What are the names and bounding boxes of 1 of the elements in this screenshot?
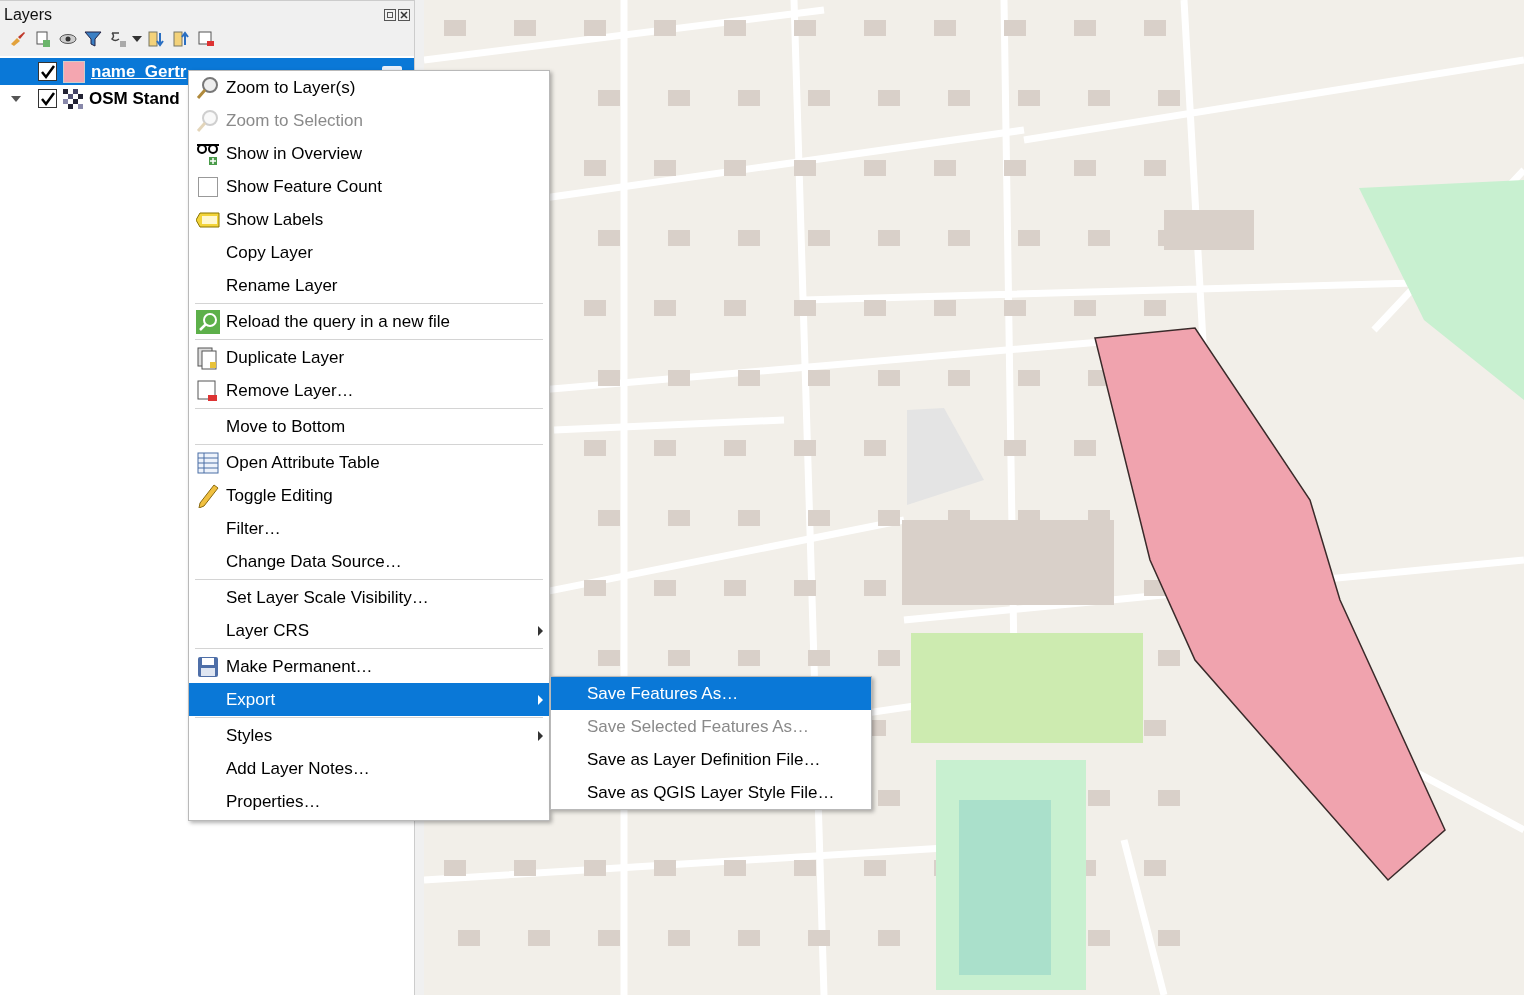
panel-title: Layers [4, 6, 53, 24]
